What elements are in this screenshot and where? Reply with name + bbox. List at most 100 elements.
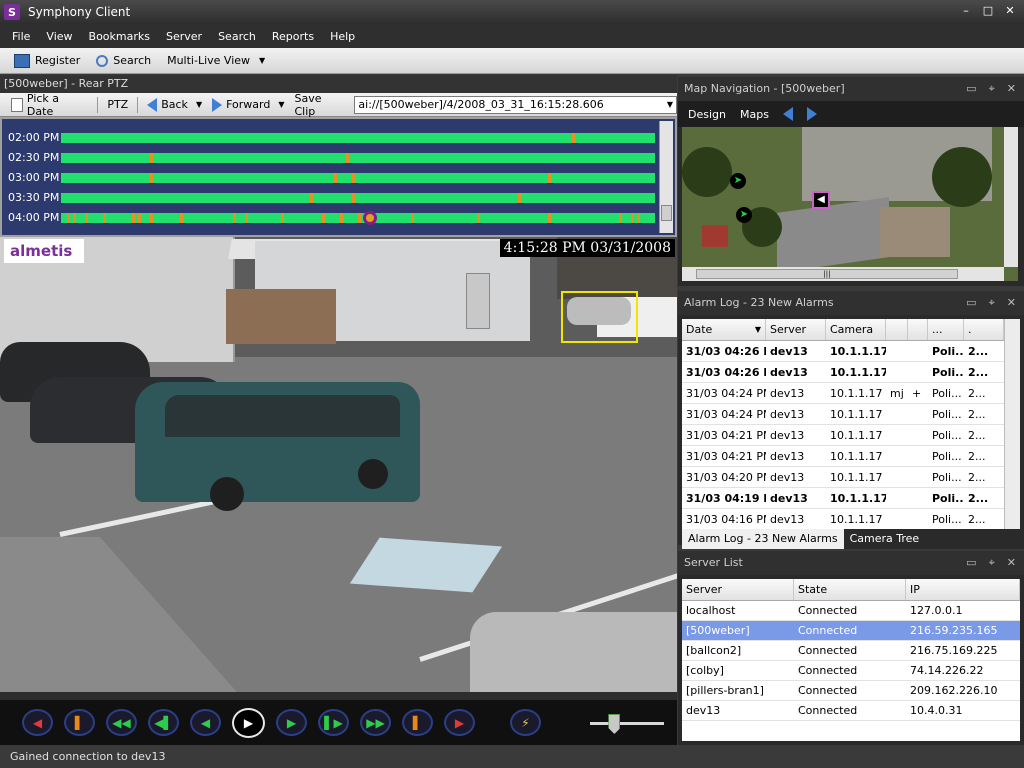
timeline-bar[interactable] bbox=[61, 153, 655, 163]
close-button[interactable]: ✕ bbox=[1002, 3, 1018, 19]
menu-search[interactable]: Search bbox=[210, 30, 264, 43]
timeline-bar[interactable] bbox=[61, 133, 655, 143]
timeline-event-mark[interactable] bbox=[476, 213, 480, 223]
timeline-event-mark[interactable] bbox=[619, 213, 623, 223]
map-vertical-scrollbar[interactable] bbox=[1004, 127, 1018, 267]
timeline-event-mark[interactable] bbox=[310, 193, 314, 203]
map-forward-icon[interactable] bbox=[806, 107, 817, 121]
timeline-event-mark[interactable] bbox=[102, 213, 106, 223]
timeline-event-mark[interactable] bbox=[138, 213, 142, 223]
menu-server[interactable]: Server bbox=[158, 30, 210, 43]
timeline-row[interactable]: 04:00 PM bbox=[8, 211, 655, 225]
forward-button[interactable]: ▶ bbox=[276, 709, 307, 736]
forward-button[interactable]: Forward ▼ bbox=[207, 97, 289, 112]
close-icon[interactable]: ✕ bbox=[1007, 551, 1016, 575]
timeline-event-mark[interactable] bbox=[548, 173, 552, 183]
timeline-event-mark[interactable] bbox=[150, 153, 154, 163]
float-icon[interactable]: ▭ bbox=[966, 77, 976, 101]
minimize-button[interactable]: – bbox=[958, 3, 974, 19]
timeline-event-mark[interactable] bbox=[150, 173, 154, 183]
camera-marker-icon[interactable]: ➤ bbox=[736, 207, 752, 223]
timeline-event-mark[interactable] bbox=[637, 213, 641, 223]
timeline-event-mark[interactable] bbox=[179, 213, 183, 223]
lightning-icon[interactable]: ⚡ bbox=[510, 709, 541, 736]
timeline-event-mark[interactable] bbox=[280, 213, 284, 223]
timeline-event-mark[interactable] bbox=[322, 213, 326, 223]
alarm-row[interactable]: 31/03 04:19 PM dev13 10.1.1.17 Poli... 2... bbox=[682, 488, 1020, 509]
timeline-event-mark[interactable] bbox=[631, 213, 635, 223]
alarm-row[interactable]: 31/03 04:21 PM dev13 10.1.1.17 Poli... 2... bbox=[682, 425, 1020, 446]
timeline-event-mark[interactable] bbox=[352, 193, 356, 203]
column-state[interactable]: State bbox=[794, 579, 906, 600]
ptz-button[interactable]: PTZ bbox=[102, 98, 133, 111]
server-row[interactable]: [colby] Connected 74.14.226.22 bbox=[682, 661, 1020, 681]
timeline-event-mark[interactable] bbox=[72, 213, 76, 223]
timeline-event-mark[interactable] bbox=[245, 213, 249, 223]
speed-slider-track[interactable] bbox=[590, 722, 664, 725]
server-row[interactable]: dev13 Connected 10.4.0.31 bbox=[682, 701, 1020, 721]
rewind-button[interactable]: ◀ bbox=[190, 709, 221, 736]
server-row[interactable]: localhost Connected 127.0.0.1 bbox=[682, 601, 1020, 621]
tab-camera-tree[interactable]: Camera Tree bbox=[844, 529, 926, 549]
column-4[interactable] bbox=[886, 319, 908, 340]
column-ip[interactable]: IP bbox=[906, 579, 1020, 600]
timeline-row[interactable]: 03:30 PM bbox=[8, 191, 655, 205]
menu-help[interactable]: Help bbox=[322, 30, 363, 43]
alarm-row[interactable]: 31/03 04:26 PM dev13 10.1.1.17 Poli... 2... bbox=[682, 362, 1020, 383]
pick-a-date-button[interactable]: Pick a Date bbox=[6, 92, 93, 118]
step-forward-button[interactable]: ▌▶ bbox=[318, 709, 349, 736]
search-button[interactable]: Search bbox=[88, 54, 159, 67]
timeline-cursor[interactable] bbox=[362, 211, 377, 225]
alarm-row[interactable]: 31/03 04:20 PM dev13 10.1.1.17 Poli... 2... bbox=[682, 467, 1020, 488]
close-icon[interactable]: ✕ bbox=[1007, 77, 1016, 101]
pin-icon[interactable]: ⌖ bbox=[989, 551, 995, 575]
camera-marker-icon[interactable]: ➤ bbox=[730, 173, 746, 189]
menu-bookmarks[interactable]: Bookmarks bbox=[81, 30, 158, 43]
column-server[interactable]: Server bbox=[766, 319, 826, 340]
column-7[interactable]: . bbox=[964, 319, 1004, 340]
server-row[interactable]: [500weber] Connected 216.59.235.165 bbox=[682, 621, 1020, 641]
timeline-row[interactable]: 02:00 PM bbox=[8, 131, 655, 145]
pin-icon[interactable]: ⌖ bbox=[989, 291, 995, 315]
timeline-scrollbar[interactable] bbox=[659, 121, 673, 233]
timeline-event-mark[interactable] bbox=[233, 213, 237, 223]
timeline-event-mark[interactable] bbox=[411, 213, 415, 223]
timeline-bar[interactable] bbox=[61, 193, 655, 203]
speed-slider-thumb[interactable] bbox=[608, 714, 621, 734]
alarm-row[interactable]: 31/03 04:26 PM dev13 10.1.1.17 Poli... 2... bbox=[682, 341, 1020, 362]
mark-out-button[interactable]: ▌ bbox=[402, 709, 433, 736]
register-button[interactable]: Register bbox=[6, 53, 88, 68]
step-back-button[interactable]: ◀▌ bbox=[148, 709, 179, 736]
column-server[interactable]: Server bbox=[682, 579, 794, 600]
timeline-event-mark[interactable] bbox=[548, 213, 552, 223]
maps-button[interactable]: Maps bbox=[740, 108, 769, 121]
address-input[interactable]: ai://[500weber]/4/2008_03_31_16:15:28.60… bbox=[354, 95, 678, 114]
timeline-row[interactable]: 03:00 PM bbox=[8, 171, 655, 185]
map-view[interactable]: ➤ ➤ ◀ ||| bbox=[682, 127, 1018, 281]
chevron-down-icon[interactable]: ▼ bbox=[667, 97, 673, 113]
fast-forward-button[interactable]: ▶▶ bbox=[360, 709, 391, 736]
timeline-event-mark[interactable] bbox=[518, 193, 522, 203]
menu-view[interactable]: View bbox=[38, 30, 80, 43]
fast-rewind-button[interactable]: ◀◀ bbox=[106, 709, 137, 736]
design-button[interactable]: Design bbox=[688, 108, 726, 121]
timeline-row[interactable]: 02:30 PM bbox=[8, 151, 655, 165]
column-6[interactable]: ... bbox=[928, 319, 964, 340]
timeline-event-mark[interactable] bbox=[352, 173, 356, 183]
timeline-event-mark[interactable] bbox=[150, 213, 154, 223]
map-horizontal-scrollbar[interactable]: ||| bbox=[682, 267, 1004, 281]
timeline-event-mark[interactable] bbox=[84, 213, 88, 223]
column-5[interactable] bbox=[908, 319, 928, 340]
alarm-row[interactable]: 31/03 04:21 PM dev13 10.1.1.17 Poli... 2... bbox=[682, 446, 1020, 467]
column-date[interactable]: Date ▼ bbox=[682, 319, 766, 340]
pin-icon[interactable]: ⌖ bbox=[989, 77, 995, 101]
save-clip-button[interactable]: Save Clip bbox=[290, 92, 351, 118]
timeline[interactable]: 02:00 PM 02:30 PM 03:00 PM 03:30 PM 04:00 PM bbox=[0, 117, 677, 237]
timeline-event-mark[interactable] bbox=[346, 153, 350, 163]
scroll-thumb[interactable] bbox=[661, 205, 672, 221]
selected-camera-marker-icon[interactable]: ◀ bbox=[812, 191, 830, 209]
timeline-event-mark[interactable] bbox=[358, 213, 361, 223]
close-icon[interactable]: ✕ bbox=[1007, 291, 1016, 315]
timeline-event-mark[interactable] bbox=[571, 133, 575, 143]
alarm-row[interactable]: 31/03 04:24 PM dev13 10.1.1.17 mj + Poli... 2.… bbox=[682, 383, 1020, 404]
